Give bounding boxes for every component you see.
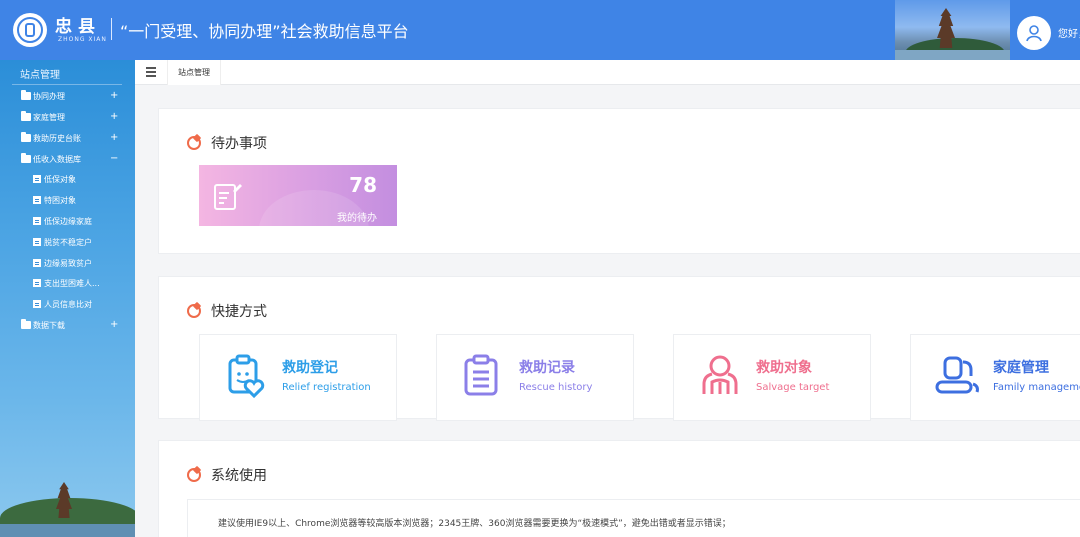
sidebar-scenery-image <box>0 480 135 537</box>
todo-count: 78 <box>349 173 377 197</box>
sidebar-subitem-label: 边缘易致贫户 <box>44 258 92 268</box>
document-icon <box>33 259 41 267</box>
sidebar-item-label: 家庭管理 <box>33 112 65 122</box>
logo-seal-icon <box>13 13 47 47</box>
sidebar-subitem-label: 特困对象 <box>44 195 76 205</box>
section-marker-icon <box>187 304 201 318</box>
folder-icon <box>21 90 31 100</box>
shortcut-salvage-target[interactable]: 救助对象 Salvage target <box>673 334 871 421</box>
sidebar-subitem[interactable]: 低保边缘家庭 <box>0 211 135 231</box>
shortcut-relief-registration[interactable]: 救助登记 Relief registration <box>199 334 397 421</box>
folder-icon <box>21 319 31 329</box>
folder-icon <box>21 132 31 142</box>
sidebar-subitem[interactable]: 特困对象 <box>0 190 135 210</box>
expand-icon: + <box>110 90 119 101</box>
document-icon <box>33 238 41 246</box>
document-icon <box>33 300 41 308</box>
collapse-icon: − <box>110 153 119 164</box>
shortcut-family-management[interactable]: 家庭管理 Family managemer <box>910 334 1080 421</box>
sidebar-item-download[interactable]: 数据下载 + <box>0 315 135 335</box>
usage-notice: 建议使用IE9以上、Chrome浏览器等较高版本浏览器；2345王牌、360浏览… <box>187 499 1080 537</box>
user-icon <box>1026 25 1042 42</box>
expand-icon: + <box>110 319 119 330</box>
header-divider <box>111 18 112 40</box>
expand-icon: + <box>110 111 119 122</box>
logo-brand: 忠县 <box>55 17 101 37</box>
folder-icon <box>21 153 31 163</box>
section-title: 待办事项 <box>211 136 267 152</box>
logo-subtitle: ZHONG XIAN <box>58 36 107 43</box>
tab-site-management[interactable]: 站点管理 <box>167 60 221 85</box>
clipboard-list-icon <box>464 354 498 396</box>
family-icon <box>935 356 979 394</box>
document-icon <box>33 175 41 183</box>
sidebar-item-label: 数据下载 <box>33 320 65 330</box>
shortcut-panel: 快捷方式 救助登记 Relief registration 救助记录 Rescu… <box>158 276 1080 421</box>
system-panel: 系统使用 建议使用IE9以上、Chrome浏览器等较高版本浏览器；2345王牌、… <box>158 440 1080 537</box>
document-icon <box>33 196 41 204</box>
shortcut-subtitle: Relief registration <box>282 382 371 393</box>
shortcut-subtitle: Salvage target <box>756 382 830 393</box>
sidebar-item-history[interactable]: 救助历史台账 + <box>0 128 135 148</box>
notice-text: 建议使用IE9以上、Chrome浏览器等较高版本浏览器；2345王牌、360浏览… <box>218 519 731 529</box>
sidebar-subitem[interactable]: 低保对象 <box>0 169 135 189</box>
sidebar-item-collab[interactable]: 协同办理 + <box>0 86 135 106</box>
sidebar-subitem[interactable]: 支出型困难人... <box>0 273 135 293</box>
user-greeting[interactable]: 您好， <box>1058 25 1080 40</box>
shortcut-title: 救助记录 <box>519 360 575 376</box>
people-icon <box>702 355 738 394</box>
folder-icon <box>21 111 31 121</box>
sidebar-subitem[interactable]: 边缘易致贫户 <box>0 253 135 273</box>
tab-bar: 站点管理 <box>135 60 1080 85</box>
menu-toggle-icon[interactable] <box>146 67 156 77</box>
sidebar: 站点管理 协同办理 + 家庭管理 + 救助历史台账 + 低收入数据库 − 低保对… <box>0 60 135 537</box>
sidebar-subitem[interactable]: 脱贫不稳定户 <box>0 232 135 252</box>
section-title: 快捷方式 <box>211 304 267 320</box>
shortcut-header: 快捷方式 <box>187 301 267 321</box>
shortcut-title: 救助对象 <box>756 360 812 376</box>
sidebar-item-family[interactable]: 家庭管理 + <box>0 107 135 127</box>
shortcut-rescue-history[interactable]: 救助记录 Rescue history <box>436 334 634 421</box>
sidebar-item-lowincome[interactable]: 低收入数据库 − <box>0 149 135 169</box>
sidebar-item-label: 协同办理 <box>33 91 65 101</box>
sidebar-item-label: 救助历史台账 <box>33 133 81 143</box>
app-title: “一门受理、协同办理”社会救助信息平台 <box>120 22 409 41</box>
sidebar-subitem-label: 低保边缘家庭 <box>44 216 92 226</box>
edit-note-icon <box>214 184 242 210</box>
shortcut-subtitle: Family managemer <box>993 382 1080 393</box>
sidebar-subitem[interactable]: 人员信息比对 <box>0 294 135 314</box>
shortcut-title: 救助登记 <box>282 360 338 376</box>
sidebar-subitem-label: 低保对象 <box>44 174 76 184</box>
sidebar-item-label: 低收入数据库 <box>33 154 81 164</box>
document-icon <box>33 279 41 287</box>
expand-icon: + <box>110 132 119 143</box>
todo-header: 待办事项 <box>187 133 267 153</box>
shortcut-title: 家庭管理 <box>993 360 1049 376</box>
todo-label: 我的待办 <box>337 213 377 224</box>
todo-panel: 待办事项 78 我的待办 <box>158 108 1080 254</box>
clipboard-heart-icon <box>228 354 265 399</box>
system-header: 系统使用 <box>187 465 267 485</box>
document-icon <box>33 217 41 225</box>
section-title: 系统使用 <box>211 468 267 484</box>
sidebar-subitem-label: 脱贫不稳定户 <box>44 237 92 247</box>
sidebar-title[interactable]: 站点管理 <box>20 66 60 81</box>
sidebar-subitem-label: 人员信息比对 <box>44 299 92 309</box>
sidebar-subitem-label: 支出型困难人... <box>44 278 100 288</box>
user-avatar[interactable] <box>1017 16 1051 50</box>
header-scenery-image <box>895 0 1010 60</box>
my-todo-card[interactable]: 78 我的待办 <box>199 165 397 226</box>
top-header: 忠县 ZHONG XIAN “一门受理、协同办理”社会救助信息平台 您好， <box>0 0 1080 60</box>
section-marker-icon <box>187 136 201 150</box>
gear-marker-icon <box>187 468 201 482</box>
shortcut-subtitle: Rescue history <box>519 382 593 393</box>
